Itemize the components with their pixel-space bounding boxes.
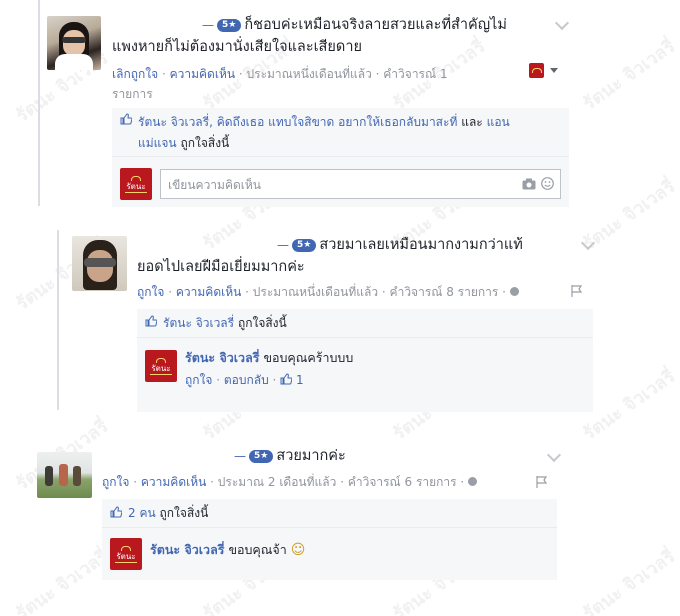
comment-text-line1: ก็ชอบค่ะเหมือนจริงลายสวยและที่สำคัญไม่: [244, 17, 507, 33]
comment-text-line1: สวยมากค่ะ: [276, 448, 346, 464]
comment-link[interactable]: ความคิดเห็น: [176, 285, 241, 299]
chevron-down-icon[interactable]: [580, 235, 596, 251]
page-avatar-small[interactable]: [529, 63, 544, 78]
comment-input-placeholder: เขียนความคิดเห็น: [168, 178, 261, 192]
timestamp: ประมาณหนึ่งเดือนที่แล้ว: [252, 285, 379, 299]
reviewer-avatar[interactable]: [47, 16, 101, 70]
smile-emoji-icon: ☺: [290, 542, 306, 558]
rating-badge: 5★: [249, 450, 274, 463]
globe-icon: [509, 287, 519, 296]
timestamp: ประมาณ 2 เดือนที่แล้ว: [217, 475, 337, 489]
reply-text: ขอบคุณจ้า: [228, 542, 287, 557]
liker-name[interactable]: รัตนะ จิวเวลรี่: [163, 316, 234, 330]
reply-count: คำวิจารณ์ 6 รายการ: [347, 475, 457, 489]
thumbs-up-icon: [120, 113, 132, 125]
reply-block: รัตนะ รัตนะ จิวเวลรี่ ขอบคุณจ้า ☺: [102, 528, 557, 580]
comment-link[interactable]: ความคิดเห็น: [170, 67, 235, 81]
comment-text-line2: แพงหายก็ไม่ต้องมานั่งเสียใจและเสียดาย: [112, 39, 362, 55]
likers-and: และ: [461, 115, 483, 129]
review-comment-3: —5★ สวยมากค่ะ ถูกใจ · ความคิดเห็น · ประมา…: [0, 440, 680, 610]
caret-down-icon[interactable]: [550, 68, 558, 73]
timestamp: ประมาณหนึ่งเดือนที่แล้ว: [246, 67, 372, 81]
rating-dash: —: [277, 238, 289, 252]
reply-count: คำวิจารณ์ 1: [383, 67, 448, 81]
like-link[interactable]: ถูกใจ: [102, 475, 129, 489]
flag-icon[interactable]: [571, 285, 583, 297]
reviewer-avatar[interactable]: [72, 236, 127, 291]
thumbs-up-icon: [280, 373, 293, 385]
rating-badge: 5★: [217, 19, 242, 32]
likes-suffix: ถูกใจสิ่งนี้: [180, 136, 230, 150]
likers-names[interactable]: รัตนะ จิวเวลรี่, คิดถึงเธอ แทบใจสิขาด อย…: [138, 115, 457, 129]
likes-panel: 2 คน ถูกใจสิ่งนี้: [102, 499, 557, 528]
reply-like-count[interactable]: 1: [296, 373, 304, 387]
reply-like-link[interactable]: ถูกใจ: [185, 373, 212, 387]
logo-text: รัตนะ: [126, 181, 146, 191]
emoji-icon[interactable]: [541, 177, 554, 190]
globe-icon: [468, 477, 478, 486]
comment-text-line1: สวยมาเลยเหมือนมากงามกว่าแท้: [319, 237, 523, 253]
unlike-link[interactable]: เลิกถูกใจ: [112, 67, 158, 81]
reply-author[interactable]: รัตนะ จิวเวลรี่: [150, 542, 224, 557]
likes-count[interactable]: 2 คน: [128, 506, 156, 520]
likes-panel: รัตนะ จิวเวลรี่, คิดถึงเธอ แทบใจสิขาด อย…: [112, 108, 569, 157]
reply-author[interactable]: รัตนะ จิวเวลรี่: [185, 350, 259, 365]
rating-badge: 5★: [292, 239, 317, 252]
page-avatar: รัตนะ: [120, 168, 152, 200]
rating-dash: —: [234, 449, 246, 463]
thumbs-up-icon: [110, 506, 122, 518]
review-comment-2: —5★ สวยมาเลยเหมือนมากงามกว่าแท้ ยอดไปเลยฝ…: [0, 225, 680, 420]
comment-input[interactable]: เขียนความคิดเห็น: [160, 169, 561, 199]
thumbs-up-icon: [145, 315, 157, 327]
reviewer-avatar[interactable]: [37, 452, 92, 498]
flag-icon[interactable]: [536, 476, 548, 488]
chevron-down-icon[interactable]: [554, 15, 570, 31]
review-comment-1: —5★ ก็ชอบค่ะเหมือนจริงลายสวยและที่สำคัญไม…: [0, 0, 680, 210]
likes-suffix: ถูกใจสิ่งนี้: [237, 316, 287, 330]
logo-text: รัตนะ: [116, 551, 136, 561]
page-avatar[interactable]: รัตนะ: [110, 538, 142, 570]
liker-name[interactable]: แม่แจน: [138, 136, 177, 150]
reply-reply-link[interactable]: ตอบกลับ: [224, 373, 269, 387]
reply-count: คำวิจารณ์ 8 รายการ: [389, 285, 499, 299]
reply-text: ขอบคุณคร้าบบบ: [263, 350, 354, 365]
reply-block: รัตนะ รัตนะ จิวเวลรี่ ขอบคุณคร้าบบบ ถูกใ…: [137, 338, 593, 412]
comment-composer: รัตนะ เขียนความคิดเห็น: [112, 157, 569, 207]
chevron-down-icon[interactable]: [546, 447, 562, 463]
like-link[interactable]: ถูกใจ: [137, 285, 164, 299]
likes-suffix: ถูกใจสิ่งนี้: [159, 506, 209, 520]
comment-link[interactable]: ความคิดเห็น: [141, 475, 206, 489]
reply-count-unit: รายการ: [112, 87, 153, 101]
page-avatar[interactable]: รัตนะ: [145, 350, 177, 382]
rating-dash: —: [202, 18, 214, 32]
comment-text-line2: ยอดไปเลยฝีมือเยี่ยมมากค่ะ: [137, 259, 305, 275]
likes-panel: รัตนะ จิวเวลรี่ ถูกใจสิ่งนี้: [137, 309, 593, 338]
liker-name[interactable]: แอน: [487, 115, 510, 129]
camera-icon[interactable]: [522, 178, 536, 190]
logo-text: รัตนะ: [151, 363, 171, 373]
